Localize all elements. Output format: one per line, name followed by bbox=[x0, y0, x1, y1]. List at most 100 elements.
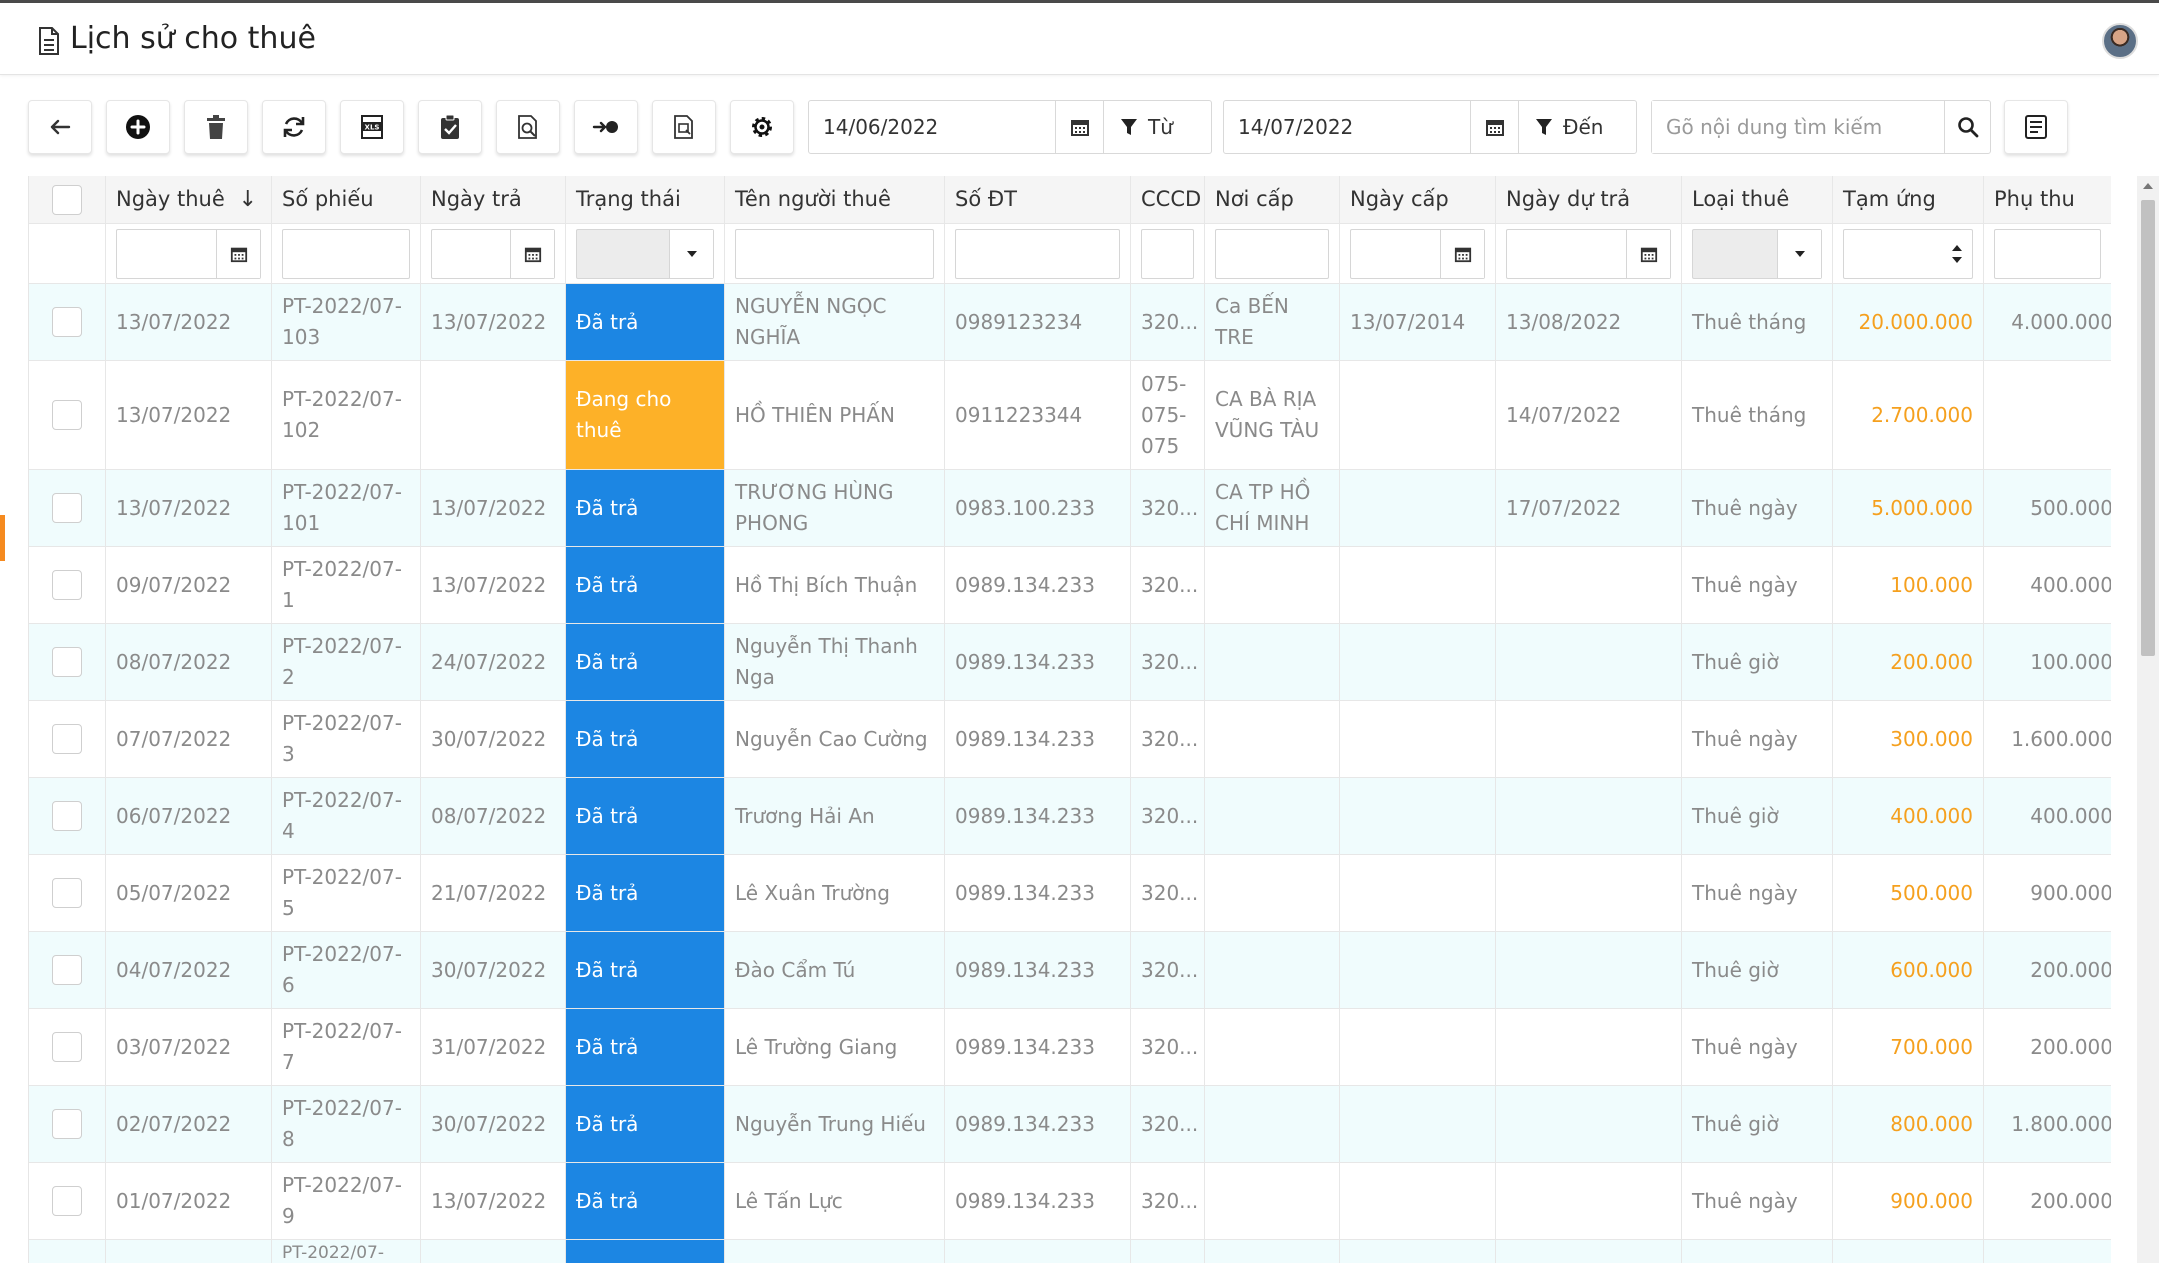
filter-cccd[interactable] bbox=[1141, 228, 1194, 279]
column-header-so-phieu[interactable]: Số phiếu bbox=[272, 176, 421, 223]
table-row[interactable]: 03/07/2022 PT-2022/07-7 31/07/2022 Đã trả Lê… bbox=[29, 1009, 2111, 1086]
column-header-tam-ung[interactable]: Tạm ứng bbox=[1833, 176, 1984, 223]
side-tab-indicator[interactable] bbox=[0, 515, 5, 561]
filter-ngay-cap[interactable] bbox=[1350, 228, 1485, 279]
to-date-input[interactable] bbox=[1224, 101, 1470, 153]
export-excel-button[interactable]: XLS bbox=[340, 100, 404, 154]
calendar-icon[interactable] bbox=[216, 229, 260, 278]
cell-ngay-cap bbox=[1340, 1163, 1496, 1239]
status-badge: Đã trả bbox=[566, 547, 724, 623]
to-date-picker-button[interactable] bbox=[1470, 101, 1518, 153]
column-header-ngay-thue[interactable]: Ngày thuê ↓ bbox=[106, 176, 272, 223]
cell-ngay-thue-text: 04/07/2022 bbox=[116, 957, 232, 982]
filter-phu-thu[interactable] bbox=[1994, 228, 2101, 279]
cell-ten-nguoi-thue-text: Nguyễn Cao Cường bbox=[735, 726, 928, 751]
row-checkbox[interactable] bbox=[52, 570, 82, 600]
row-checkbox[interactable] bbox=[52, 1109, 82, 1139]
preview-button[interactable] bbox=[496, 100, 560, 154]
add-button[interactable] bbox=[106, 100, 170, 154]
table-row[interactable]: 05/07/2022 PT-2022/07-5 21/07/2022 Đã trả Lê… bbox=[29, 855, 2111, 932]
filter-so-dt[interactable] bbox=[955, 228, 1120, 279]
cell-ngay-du-tra-text: 14/07/2022 bbox=[1506, 402, 1622, 427]
calendar-icon[interactable] bbox=[510, 229, 554, 278]
table-row[interactable]: 13/07/2022 PT-2022/07-101 13/07/2022 Đã trả… bbox=[29, 470, 2111, 547]
from-date-picker-button[interactable] bbox=[1055, 101, 1103, 153]
approve-button[interactable] bbox=[418, 100, 482, 154]
refresh-button[interactable] bbox=[262, 100, 326, 154]
from-filter-button[interactable]: Từ bbox=[1103, 101, 1189, 153]
cell-phu-thu-text: 100.000 bbox=[2030, 649, 2111, 674]
table-row[interactable]: 02/07/2022 PT-2022/07-8 30/07/2022 Đã trả Ng… bbox=[29, 1086, 2111, 1163]
row-checkbox[interactable] bbox=[52, 878, 82, 908]
to-filter-button[interactable]: Đến bbox=[1518, 101, 1619, 153]
row-checkbox[interactable] bbox=[52, 955, 82, 985]
filter-ngay-du-tra[interactable] bbox=[1506, 228, 1671, 279]
column-header-ngay-cap[interactable]: Ngày cấp bbox=[1340, 176, 1496, 223]
filter-noi-cap[interactable] bbox=[1215, 228, 1329, 279]
view-detail-button[interactable] bbox=[652, 100, 716, 154]
cell-ngay-tra: 13/07/2022 bbox=[421, 1163, 566, 1239]
from-date-input[interactable] bbox=[809, 101, 1055, 153]
cell-so-dt: 0989.134.233 bbox=[945, 932, 1131, 1008]
calendar-icon[interactable] bbox=[1626, 229, 1670, 278]
cell-ten-nguoi-thue-text: Hồ Thị Bích Thuận bbox=[735, 572, 918, 597]
row-checkbox[interactable] bbox=[52, 1186, 82, 1216]
chevron-down-icon[interactable] bbox=[1777, 229, 1821, 278]
number-spinner[interactable] bbox=[1942, 230, 1972, 278]
column-header-noi-cap[interactable]: Nơi cấp bbox=[1205, 176, 1340, 223]
cell-ten-nguoi-thue: Nguyễn Thị Thanh Nga bbox=[725, 624, 945, 700]
scrollbar-thumb[interactable] bbox=[2141, 200, 2155, 656]
cell-noi-cap bbox=[1205, 624, 1340, 700]
cell-loai-thue-text: Thuê ngày bbox=[1692, 572, 1798, 597]
column-header-cccd[interactable]: CCCD bbox=[1131, 176, 1205, 223]
user-avatar[interactable] bbox=[2102, 23, 2138, 59]
table-row[interactable]: 09/07/2022 PT-2022/07-1 13/07/2022 Đã trả Hồ… bbox=[29, 547, 2111, 624]
column-header-phu-thu[interactable]: Phụ thu bbox=[1984, 176, 2111, 223]
delete-button[interactable] bbox=[184, 100, 248, 154]
filter-trang-thai[interactable] bbox=[576, 228, 714, 279]
filter-loai-thue[interactable] bbox=[1692, 228, 1822, 279]
filter-tam-ung[interactable] bbox=[1843, 228, 1973, 279]
report-button[interactable] bbox=[2004, 100, 2068, 154]
filter-so-phieu[interactable] bbox=[282, 228, 410, 279]
table-row[interactable]: 13/07/2022 PT-2022/07-102 Đang cho thuê HỒ … bbox=[29, 361, 2111, 470]
column-header-trang-thai[interactable]: Trạng thái bbox=[566, 176, 725, 223]
row-checkbox[interactable] bbox=[52, 307, 82, 337]
cell-so-phieu: PT-2022/07-101 bbox=[272, 470, 421, 546]
search-input[interactable] bbox=[1652, 101, 1944, 153]
row-checkbox[interactable] bbox=[52, 400, 82, 430]
table-row[interactable]: 04/07/2022 PT-2022/07-6 30/07/2022 Đã trả Đà… bbox=[29, 932, 2111, 1009]
scroll-up-arrow-icon[interactable] bbox=[2141, 180, 2155, 192]
column-header-so-dt[interactable]: Số ĐT bbox=[945, 176, 1131, 223]
filter-ngay-tra[interactable] bbox=[431, 228, 555, 279]
cell-cccd: 320... bbox=[1131, 1009, 1205, 1085]
row-checkbox[interactable] bbox=[52, 801, 82, 831]
column-header-ten-nguoi-thue[interactable]: Tên người thuê bbox=[725, 176, 945, 223]
filter-ten[interactable] bbox=[735, 228, 934, 279]
cell-noi-cap-text: Ca BẾN TRE bbox=[1215, 294, 1289, 349]
column-header-loai-thue[interactable]: Loại thuê bbox=[1682, 176, 1833, 223]
chevron-down-icon[interactable] bbox=[669, 229, 713, 278]
status-badge: Đã trả bbox=[566, 1086, 724, 1162]
table-row[interactable]: 07/07/2022 PT-2022/07-3 30/07/2022 Đã trả Ng… bbox=[29, 701, 2111, 778]
column-header-ngay-tra[interactable]: Ngày trả bbox=[421, 176, 566, 223]
search-button[interactable] bbox=[1944, 101, 1990, 153]
row-checkbox[interactable] bbox=[52, 493, 82, 523]
cell-so-phieu: PT-2022/07-7 bbox=[272, 1009, 421, 1085]
table-row[interactable]: PT-2022/07- bbox=[29, 1240, 2111, 1263]
settings-button[interactable] bbox=[730, 100, 794, 154]
select-all-checkbox[interactable] bbox=[52, 184, 82, 215]
table-row[interactable]: 13/07/2022 PT-2022/07-103 13/07/2022 Đã trả… bbox=[29, 284, 2111, 361]
filter-ngay-thue[interactable] bbox=[116, 228, 261, 279]
row-checkbox[interactable] bbox=[52, 724, 82, 754]
table-row[interactable]: 06/07/2022 PT-2022/07-4 08/07/2022 Đã trả Tr… bbox=[29, 778, 2111, 855]
move-button[interactable] bbox=[574, 100, 638, 154]
calendar-icon[interactable] bbox=[1440, 229, 1484, 278]
table-row[interactable]: 08/07/2022 PT-2022/07-2 24/07/2022 Đã trả Ng… bbox=[29, 624, 2111, 701]
back-button[interactable] bbox=[28, 100, 92, 154]
row-checkbox[interactable] bbox=[52, 1032, 82, 1062]
table-row[interactable]: 01/07/2022 PT-2022/07-9 13/07/2022 Đã trả Lê… bbox=[29, 1163, 2111, 1240]
row-checkbox[interactable] bbox=[52, 647, 82, 677]
cell-so-phieu: PT-2022/07-2 bbox=[272, 624, 421, 700]
column-header-ngay-du-tra[interactable]: Ngày dự trả bbox=[1496, 176, 1682, 223]
